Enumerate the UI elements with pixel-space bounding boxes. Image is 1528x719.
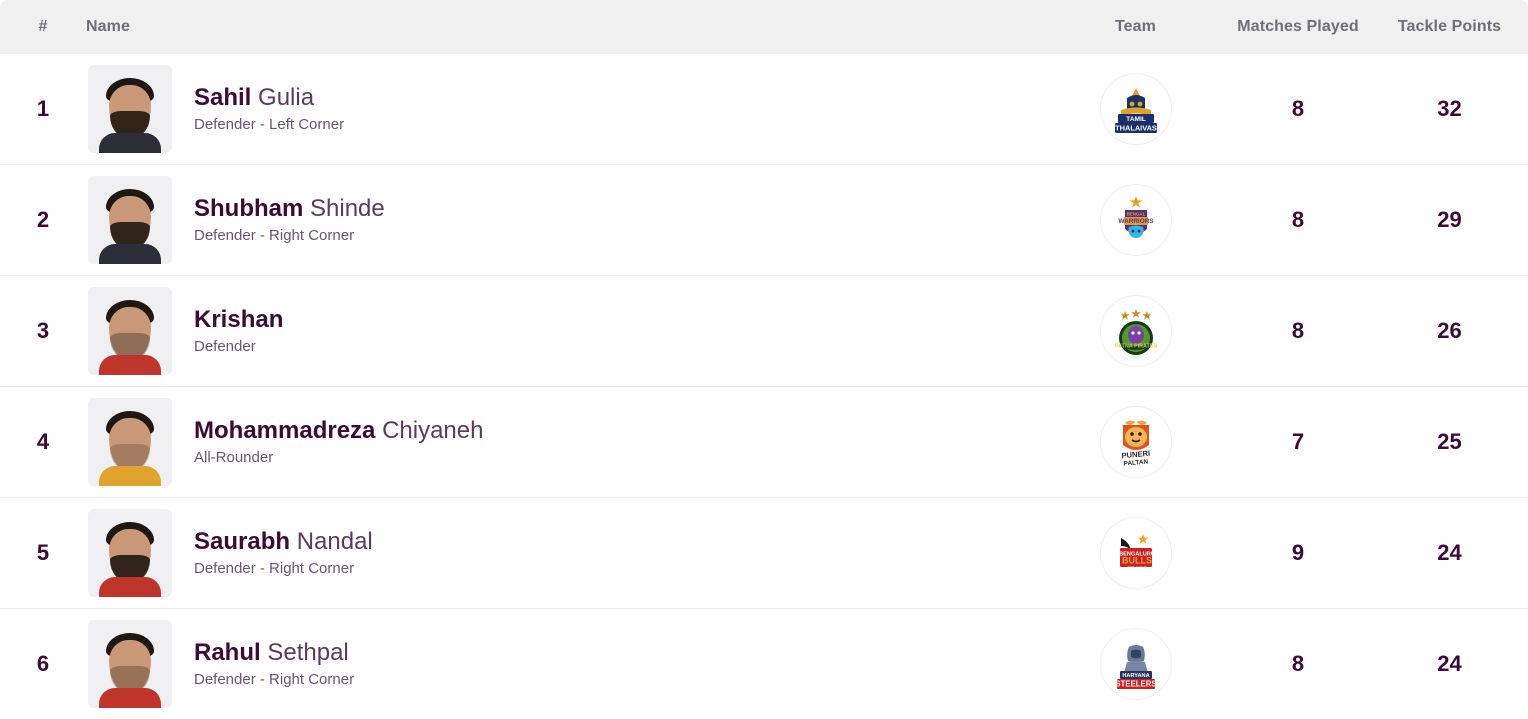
matches-played-value: 8 bbox=[1291, 96, 1305, 121]
rank-value: 3 bbox=[36, 318, 50, 343]
svg-text:THALAIVAS: THALAIVAS bbox=[1115, 124, 1157, 133]
column-header-name[interactable]: Name bbox=[86, 18, 1048, 36]
team-cell[interactable]: BENGAL WARRIORS bbox=[1048, 184, 1223, 256]
player-full-name: Saurabh Nandal bbox=[194, 528, 373, 556]
svg-text:HARYANA: HARYANA bbox=[1122, 673, 1149, 679]
rank-value: 1 bbox=[36, 96, 50, 121]
team-cell[interactable]: PUNERI PALTAN bbox=[1048, 406, 1223, 478]
table-row[interactable]: 1 Sahil Gulia Defender - Left Corner TAM… bbox=[0, 54, 1528, 165]
matches-played-value: 8 bbox=[1291, 207, 1305, 232]
player-role: Defender bbox=[194, 337, 256, 355]
matches-played-value: 8 bbox=[1291, 651, 1305, 676]
player-name-cell[interactable]: Shubham Shinde Defender - Right Corner bbox=[86, 176, 1048, 264]
table-row[interactable]: 6 Rahul Sethpal Defender - Right Corner bbox=[0, 609, 1528, 719]
rank-value: 6 bbox=[36, 651, 50, 676]
player-photo bbox=[88, 509, 172, 597]
column-header-team[interactable]: Team bbox=[1048, 18, 1223, 36]
haryana-steelers-logo-icon: HARYANA STEELERS bbox=[1099, 628, 1172, 700]
player-photo bbox=[88, 287, 172, 375]
svg-text:BENGAL: BENGAL bbox=[1126, 212, 1145, 217]
column-header-matches-played[interactable]: Matches Played bbox=[1223, 18, 1373, 36]
player-first-name: Sahil bbox=[194, 84, 252, 112]
table-row[interactable]: 3 Krishan Defender PATNA PIRATES 8 26 bbox=[0, 276, 1528, 387]
player-last-name: Sethpal bbox=[267, 639, 349, 667]
player-role: Defender - Right Corner bbox=[194, 670, 355, 688]
team-cell[interactable]: PATNA PIRATES bbox=[1048, 295, 1223, 367]
tackle-points-value: 26 bbox=[1437, 318, 1462, 343]
player-first-name: Rahul bbox=[194, 639, 261, 667]
matches-played-value: 8 bbox=[1291, 318, 1305, 343]
player-first-name: Shubham bbox=[194, 195, 304, 223]
player-role: Defender - Left Corner bbox=[194, 115, 345, 133]
player-name-cell[interactable]: Krishan Defender bbox=[86, 287, 1048, 375]
tamil-thalaivas-logo-icon: TAMIL THALAIVAS bbox=[1099, 73, 1172, 145]
table-row[interactable]: 5 Saurabh Nandal Defender - Right Corner… bbox=[0, 498, 1528, 609]
tackle-points-value: 24 bbox=[1437, 540, 1462, 565]
svg-text:WARRIORS: WARRIORS bbox=[1118, 218, 1154, 225]
player-photo bbox=[88, 65, 172, 153]
player-stats-table: # Name Team Matches Played Tackle Points… bbox=[0, 0, 1528, 719]
svg-text:PATNA PIRATES: PATNA PIRATES bbox=[1114, 344, 1156, 350]
player-role: Defender - Right Corner bbox=[194, 559, 355, 577]
player-last-name: Shinde bbox=[310, 195, 385, 223]
puneri-paltan-logo-icon: PUNERI PALTAN bbox=[1099, 406, 1172, 478]
column-header-rank[interactable]: # bbox=[0, 18, 86, 36]
column-header-tackle-points[interactable]: Tackle Points bbox=[1373, 18, 1528, 36]
player-name-cell[interactable]: Saurabh Nandal Defender - Right Corner bbox=[86, 509, 1048, 597]
svg-text:STEELERS: STEELERS bbox=[1115, 680, 1156, 689]
svg-text:TAMIL: TAMIL bbox=[1126, 116, 1146, 123]
player-role: All-Rounder bbox=[194, 448, 274, 466]
table-row[interactable]: 4 Mohammadreza Chiyaneh All-Rounder PUNE… bbox=[0, 387, 1528, 498]
player-name-cell[interactable]: Rahul Sethpal Defender - Right Corner bbox=[86, 620, 1048, 708]
player-full-name: Sahil Gulia bbox=[194, 84, 344, 112]
player-photo bbox=[88, 620, 172, 708]
player-full-name: Shubham Shinde bbox=[194, 195, 385, 223]
player-role: Defender - Right Corner bbox=[194, 226, 355, 244]
player-full-name: Krishan bbox=[194, 306, 284, 334]
tackle-points-value: 32 bbox=[1437, 96, 1462, 121]
rank-value: 4 bbox=[36, 429, 50, 454]
matches-played-value: 9 bbox=[1291, 540, 1305, 565]
player-photo bbox=[88, 176, 172, 264]
player-last-name: Nandal bbox=[296, 528, 373, 556]
player-photo bbox=[88, 398, 172, 486]
player-name-cell[interactable]: Mohammadreza Chiyaneh All-Rounder bbox=[86, 398, 1048, 486]
bengaluru-bulls-logo-icon: BENGALURU BULLS RISE ABOVE bbox=[1099, 517, 1172, 589]
bengal-warriors-logo-icon: BENGAL WARRIORS bbox=[1099, 184, 1172, 256]
player-first-name: Krishan bbox=[194, 306, 284, 334]
svg-text:BULLS: BULLS bbox=[1122, 556, 1152, 566]
player-name-cell[interactable]: Sahil Gulia Defender - Left Corner bbox=[86, 65, 1048, 153]
player-first-name: Mohammadreza bbox=[194, 417, 376, 445]
matches-played-value: 7 bbox=[1291, 429, 1305, 454]
rank-value: 2 bbox=[36, 207, 50, 232]
tackle-points-value: 24 bbox=[1437, 651, 1462, 676]
player-last-name: Chiyaneh bbox=[382, 417, 484, 445]
svg-text:PALTAN: PALTAN bbox=[1123, 458, 1148, 467]
team-cell[interactable]: HARYANA STEELERS bbox=[1048, 628, 1223, 700]
patna-pirates-logo-icon: PATNA PIRATES bbox=[1099, 295, 1172, 367]
svg-text:RISE ABOVE: RISE ABOVE bbox=[1127, 565, 1146, 569]
tackle-points-value: 25 bbox=[1437, 429, 1462, 454]
team-cell[interactable]: TAMIL THALAIVAS bbox=[1048, 73, 1223, 145]
table-header-row: # Name Team Matches Played Tackle Points bbox=[0, 0, 1528, 54]
table-row[interactable]: 2 Shubham Shinde Defender - Right Corner… bbox=[0, 165, 1528, 276]
player-first-name: Saurabh bbox=[194, 528, 291, 556]
player-last-name: Gulia bbox=[258, 84, 315, 112]
player-full-name: Rahul Sethpal bbox=[194, 639, 354, 667]
tackle-points-value: 29 bbox=[1437, 207, 1462, 232]
team-cell[interactable]: BENGALURU BULLS RISE ABOVE bbox=[1048, 517, 1223, 589]
rank-value: 5 bbox=[36, 540, 50, 565]
player-full-name: Mohammadreza Chiyaneh bbox=[194, 417, 484, 445]
